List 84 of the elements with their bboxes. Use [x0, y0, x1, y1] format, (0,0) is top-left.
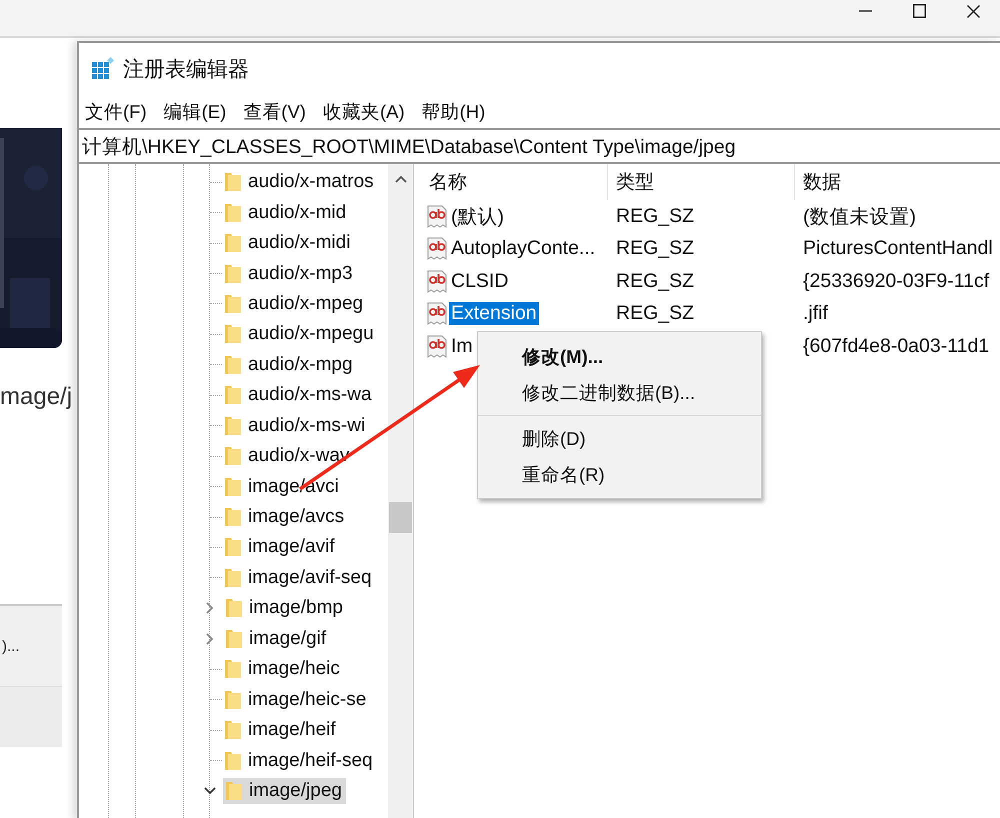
- string-value-icon: [427, 237, 447, 260]
- value-name[interactable]: Im: [449, 334, 475, 358]
- tree-item[interactable]: audio/x-mid: [222, 200, 350, 226]
- tree-item[interactable]: image/heic: [222, 656, 344, 682]
- tree-item[interactable]: image/heic-se: [222, 686, 370, 713]
- app-icon: [91, 57, 115, 81]
- value-type: REG_SZ: [615, 302, 696, 326]
- tree-item[interactable]: audio/x-midi: [222, 230, 354, 256]
- folder-icon: [225, 780, 243, 802]
- value-name[interactable]: CLSID: [449, 270, 510, 293]
- scrollbar[interactable]: [388, 164, 413, 818]
- folder-icon: [224, 262, 242, 285]
- value-name[interactable]: Extension: [449, 302, 539, 326]
- menu-item[interactable]: 收藏夹(A): [322, 99, 405, 124]
- menu-item[interactable]: 删除(D): [478, 415, 761, 456]
- tree-item[interactable]: image/heif: [222, 717, 340, 744]
- folder-icon: [224, 750, 242, 772]
- folder-icon: [225, 628, 243, 650]
- folder-icon: [224, 384, 242, 406]
- panel-text: )...: [2, 638, 20, 654]
- value-name[interactable]: (默认): [449, 202, 506, 230]
- tree-item[interactable]: image/avcs: [222, 504, 348, 530]
- menu-item[interactable]: 修改(M)...: [478, 338, 761, 374]
- string-value-icon: [427, 204, 447, 228]
- folder-icon: [224, 506, 242, 528]
- menu-item[interactable]: 修改二进制数据(B)...: [478, 374, 761, 410]
- value-data: {607fd4e8-0a03-11d1: [802, 334, 990, 358]
- folder-icon: [224, 445, 242, 468]
- caption-text: mage/j: [0, 382, 72, 412]
- address-field[interactable]: 计算机\HKEY_CLASSES_ROOT\MIME\Database\Content Type\image/jpeg: [79, 128, 1000, 164]
- tree-item[interactable]: image/avif: [222, 534, 339, 560]
- tree-item[interactable]: audio/x-matros: [222, 169, 378, 196]
- folder-icon: [224, 536, 242, 558]
- menu-item[interactable]: 重命名(R): [478, 456, 761, 492]
- tree-item[interactable]: image/avif-seq: [222, 564, 376, 591]
- value-type: REG_SZ: [615, 237, 696, 260]
- folder-icon: [224, 476, 242, 498]
- column-header[interactable]: 名称: [421, 164, 608, 200]
- tree-item[interactable]: image/jpeg: [223, 778, 346, 804]
- window-title: 注册表编辑器: [123, 57, 249, 83]
- tree-item[interactable]: audio/x-mpegu: [222, 321, 378, 348]
- tree-item[interactable]: audio/x-ms-wa: [222, 382, 376, 408]
- folder-icon: [224, 232, 242, 254]
- close-icon: [966, 4, 980, 18]
- value-type: REG_SZ: [615, 204, 696, 228]
- tree-item[interactable]: audio/x-wav: [222, 443, 354, 470]
- minimize-icon: [858, 10, 872, 12]
- folder-icon: [224, 566, 242, 589]
- folder-icon: [224, 414, 242, 437]
- folder-icon: [224, 719, 242, 742]
- string-value-icon: [427, 270, 447, 293]
- value-data: {25336920-03F9-11cf: [802, 270, 990, 293]
- menu-item[interactable]: 编辑(E): [164, 99, 226, 124]
- menu-item[interactable]: 帮助(H): [422, 99, 486, 124]
- tree-item[interactable]: image/heif-seq: [222, 748, 377, 774]
- value-type: REG_SZ: [615, 270, 696, 293]
- folder-icon: [224, 323, 242, 346]
- value-name[interactable]: AutoplayConte...: [449, 237, 598, 260]
- folder-icon: [224, 354, 242, 376]
- tree-item[interactable]: audio/x-mp3: [222, 260, 357, 287]
- tree-item[interactable]: image/bmp: [223, 595, 347, 622]
- menu-item[interactable]: 查看(V): [243, 99, 306, 124]
- value-data: PicturesContentHandl: [802, 237, 994, 260]
- tree-item[interactable]: audio/x-ms-wi: [222, 412, 370, 439]
- folder-icon: [224, 171, 242, 194]
- maximize-icon: [912, 4, 926, 18]
- tree-item[interactable]: audio/x-mpeg: [222, 290, 368, 317]
- scroll-thumb[interactable]: [389, 502, 412, 533]
- folder-icon: [224, 202, 242, 224]
- menu-item[interactable]: 文件(F): [85, 99, 147, 124]
- folder-icon: [224, 688, 242, 711]
- scroll-up-icon[interactable]: [394, 174, 408, 184]
- tree-item[interactable]: image/gif: [223, 626, 330, 652]
- string-value-icon: [427, 302, 447, 326]
- tree-item[interactable]: audio/x-mpg: [222, 352, 357, 378]
- tree-item[interactable]: image/avci: [222, 474, 343, 500]
- folder-icon: [224, 292, 242, 315]
- value-data: (数值未设置): [802, 204, 917, 230]
- folder-icon: [225, 597, 243, 620]
- string-value-icon: [427, 334, 447, 358]
- column-header[interactable]: 数据: [795, 164, 1000, 200]
- folder-icon: [224, 658, 242, 680]
- value-data: .jfif: [802, 302, 829, 326]
- column-header[interactable]: 类型: [608, 164, 795, 200]
